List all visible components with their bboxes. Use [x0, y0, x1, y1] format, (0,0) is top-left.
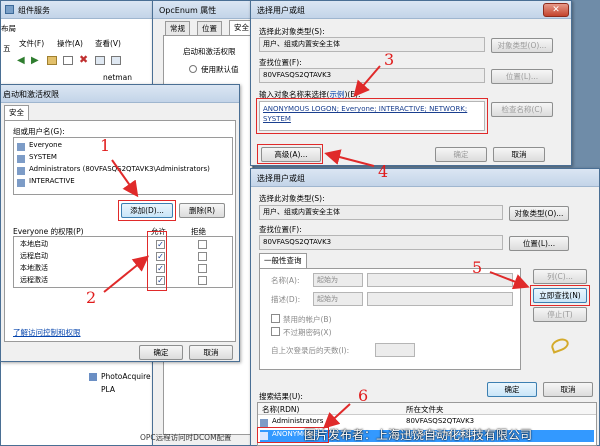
- annotation-number-3: 3: [384, 50, 395, 69]
- annotation-number-4: 4: [378, 162, 389, 181]
- bottom-caption: OPC远程访问时DCOM配置: [140, 433, 232, 442]
- arrow-5: [489, 271, 530, 290]
- watermark: 图片发布者：上海迅饶自动化科技有限公司: [304, 428, 533, 442]
- arrow-6: [323, 403, 351, 429]
- arrow-3: [353, 65, 381, 98]
- arrow-2: [103, 255, 150, 293]
- annotation-number-2: 2: [86, 288, 97, 307]
- arrow-1: [111, 159, 139, 198]
- annotation-arrows: [103, 65, 530, 429]
- arrow-4: [324, 149, 375, 167]
- annotation-number-5: 5: [472, 258, 483, 277]
- annotation-number-1: 1: [100, 136, 111, 155]
- annotation-number-6: 6: [358, 386, 369, 405]
